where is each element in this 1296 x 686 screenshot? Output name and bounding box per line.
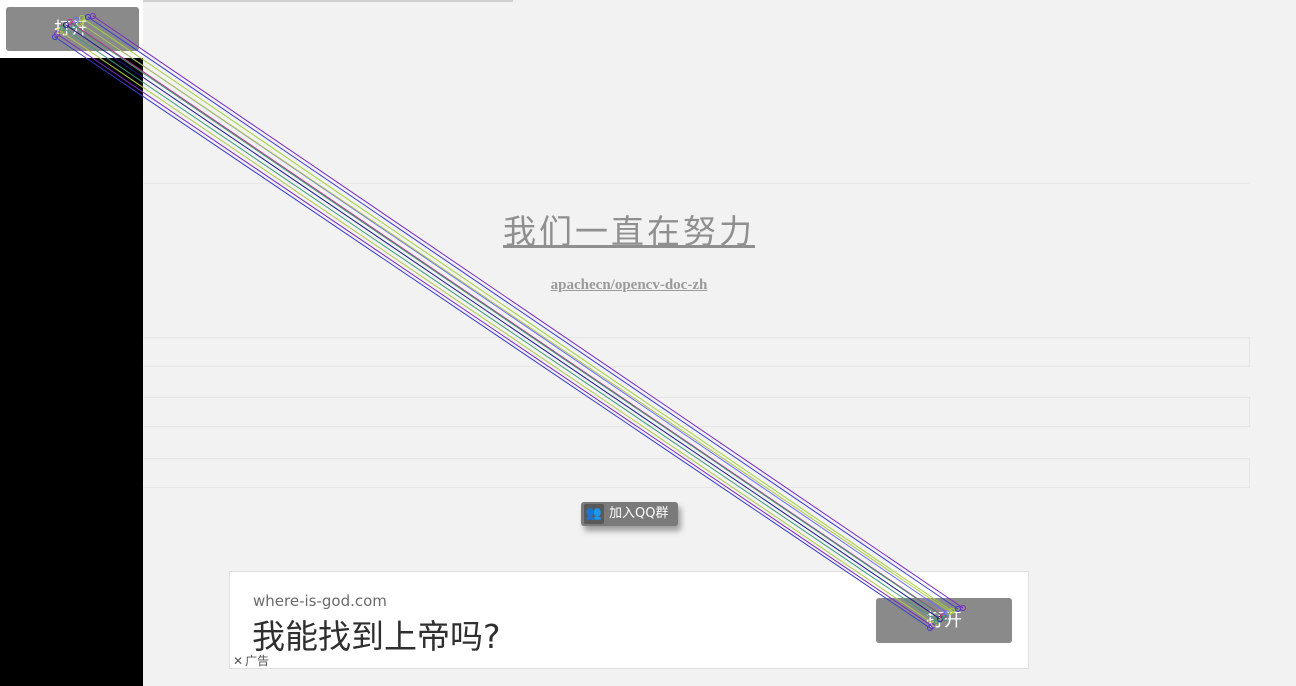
- match-line: [81, 17, 953, 612]
- match-line: [79, 22, 951, 613]
- faint-panel: [143, 337, 1250, 367]
- faint-panel: [143, 397, 1250, 427]
- match-line: [69, 21, 944, 617]
- ad-open-button[interactable]: 打开: [876, 598, 1012, 643]
- divider: [143, 183, 1249, 184]
- match-line-group: [54, 15, 964, 629]
- match-line: [59, 30, 935, 625]
- ad-headline[interactable]: 我能找到上帝吗?: [252, 610, 501, 658]
- repo-link[interactable]: apachecn/opencv-doc-zh: [0, 277, 1258, 294]
- match-line: [92, 15, 964, 609]
- join-qq-label: 加入QQ群: [609, 506, 669, 521]
- page-title[interactable]: 我们一直在努力: [0, 205, 1258, 253]
- match-line: [65, 24, 941, 620]
- match-line: [62, 27, 938, 622]
- left-black-panel: [0, 0, 143, 686]
- keypoint-group: [52, 13, 966, 631]
- match-line: [73, 25, 946, 619]
- match-line: [54, 36, 931, 629]
- match-line: [56, 33, 933, 627]
- close-icon[interactable]: ✕: [233, 654, 243, 668]
- ad-domain: where-is-god.com: [253, 592, 387, 610]
- people-icon: 👥: [584, 504, 604, 524]
- join-qq-button[interactable]: 👥 加入QQ群: [581, 502, 678, 526]
- match-line: [87, 16, 959, 610]
- ad-label: 广告: [245, 654, 270, 668]
- open-button-small[interactable]: 打开: [6, 7, 139, 51]
- match-line: [75, 19, 948, 614]
- faint-panel: [143, 458, 1250, 488]
- top-bar-shadow: [143, 0, 513, 2]
- ad-close[interactable]: ✕ 广告: [233, 652, 271, 669]
